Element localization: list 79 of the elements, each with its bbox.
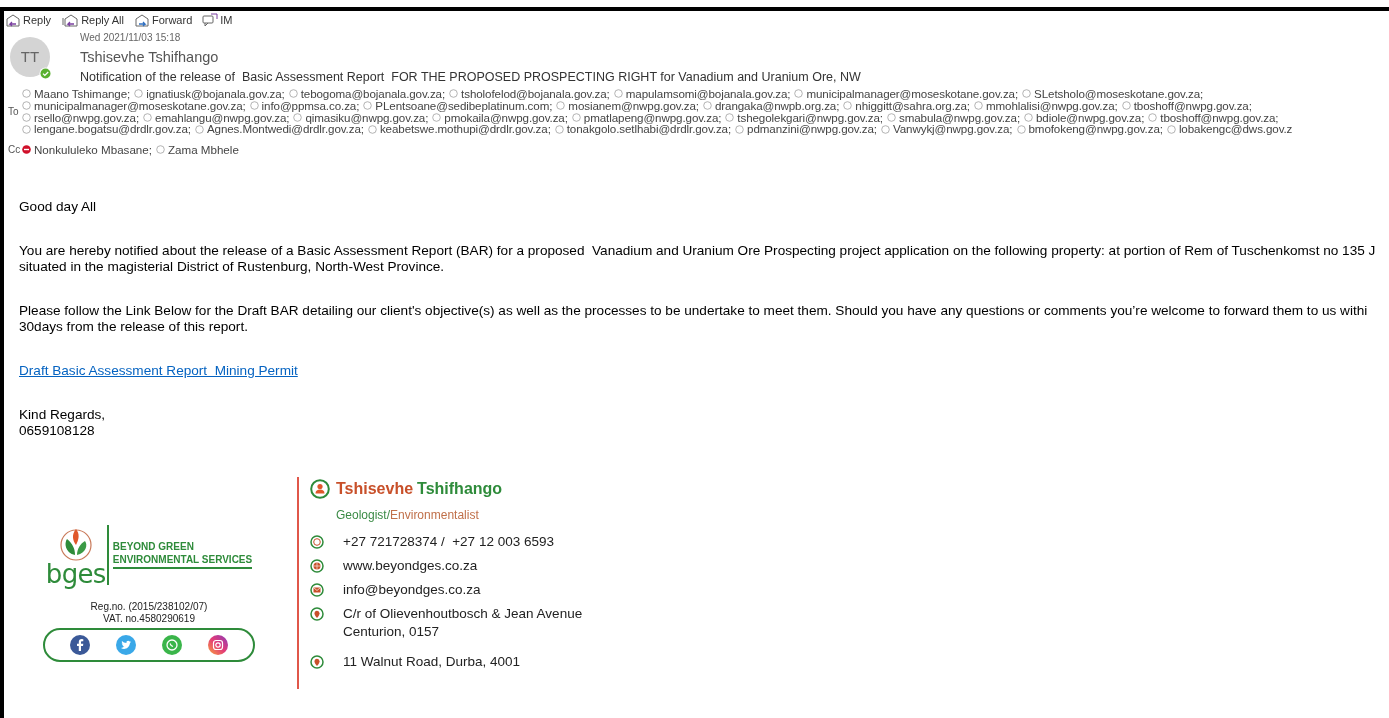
job-title-part: Geologist/ <box>336 506 391 524</box>
company-name: ENVIRONMENTAL SERVICES <box>112 553 253 570</box>
recipient-name[interactable]: tboshoff@nwpg.gov.za; <box>1160 111 1279 124</box>
instagram-icon[interactable] <box>208 634 228 655</box>
forward-button[interactable]: Forward <box>133 11 193 29</box>
body-text: situated in the magisterial District of Rustenburg, North-West Province. <box>19 258 446 275</box>
recipient-name[interactable]: tshegolekgari@nwpg.gov.za; <box>737 111 883 124</box>
recipient-name[interactable]: keabetswe.mothupi@drdlr.gov.za; <box>379 123 551 136</box>
recipient-name[interactable]: Agnes.Montwedi@drdlr.gov.za; <box>206 123 364 136</box>
body-text: You are hereby notified about the release of a Basic Assessment Report (BAR) for a proposed Vanadium and Uranium Ore Prospecting project application on the following property: at portion of Rem of Tuschenkomst no 135 J <box>19 242 1377 259</box>
whatsapp-icon[interactable] <box>162 634 182 655</box>
recipient-name[interactable]: drangaka@nwpb.org.za; <box>714 99 840 112</box>
recipient-name[interactable]: municipalmanager@moseskotane.gov.za; <box>34 99 246 112</box>
date-text: Wed 2021/11/03 15:18 <box>80 31 182 45</box>
recipient-name[interactable]: mosianem@nwpg.gov.za; <box>568 99 699 112</box>
recipient-name[interactable]: rsello@nwpg.gov.za; <box>34 111 140 124</box>
recipient-name[interactable]: Vanwykj@nwpg.gov.za; <box>892 123 1013 136</box>
recipient-name[interactable]: nhiggitt@sahra.org.za; <box>855 99 970 112</box>
contact-text: Centurion, 0157 <box>343 622 441 641</box>
envelope-icon <box>310 582 324 597</box>
recipient-name[interactable]: municipalmanager@moseskotane.gov.za; <box>806 88 1019 100</box>
body-text: Please follow the Link Below for the Draft BAR detailing our client's objective(s) as well as the processes to be undertake to meet them. Should you have any questions or comments you’re welcome to forward them to us withi <box>19 302 1369 319</box>
cc-label: Cc <box>7 143 22 158</box>
reply-icon <box>5 13 21 27</box>
recipient-name[interactable]: bmofokeng@nwpg.gov.za; <box>1028 123 1163 136</box>
recipient-name[interactable]: lobakengc@dws.gov.z <box>1178 123 1293 136</box>
vat-number: VAT. no.4580290619 <box>103 612 195 625</box>
contact-text: www.beyondges.co.za <box>343 556 478 575</box>
forward-icon <box>133 13 150 27</box>
recipient-name[interactable]: smabula@nwpg.gov.za; <box>898 111 1020 124</box>
first-name: Tshisevhe <box>336 478 414 499</box>
reply-all-button[interactable]: Reply All <box>61 11 124 29</box>
recipient-name[interactable]: Maano Tshimange; <box>34 88 131 100</box>
last-name: Tshifhango <box>417 478 503 499</box>
reply-all-icon <box>61 13 80 27</box>
recipient-name[interactable]: info@ppmsa.co.za; <box>261 99 360 112</box>
recipient-name[interactable]: emahlangu@nwpg.gov.za; <box>155 111 290 124</box>
recipient-name[interactable]: tboshoff@nwpg.gov.za; <box>1133 99 1252 112</box>
recipient-name[interactable]: lengane.bogatsu@drdlr.gov.za; <box>34 123 191 136</box>
recipient-name[interactable]: Zama Mbhele <box>167 141 239 159</box>
link[interactable]: Draft Basic Assessment Report Mining Permit <box>19 362 298 379</box>
avatar: TT <box>10 37 50 77</box>
recipient-name[interactable]: pdmanzini@nwpg.gov.za; <box>747 123 877 136</box>
company-name: BEYOND GREEN <box>112 540 195 554</box>
reply-button[interactable]: Reply <box>5 11 52 29</box>
recipient-name[interactable]: pmatlapeng@nwpg.gov.za; <box>583 111 722 124</box>
facebook-icon[interactable] <box>70 634 90 655</box>
contact-text: C/r of Olievenhoutbosch & Jean Avenue <box>343 604 583 623</box>
recipient-name[interactable]: qimasiku@nwpg.gov.za; <box>305 111 429 124</box>
recipient-name[interactable]: pmokaila@nwpg.gov.za; <box>444 111 568 124</box>
sender-name: Tshisevhe Tshifhango <box>80 48 220 67</box>
body-text: 0659108128 <box>19 422 96 439</box>
recipient-name[interactable]: PLentsoane@sedibeplatinum.com; <box>375 99 553 112</box>
recipient-name[interactable]: mmohlalisi@nwpg.gov.za; <box>985 99 1118 112</box>
body-text: Good day All <box>19 198 98 215</box>
recipient-name[interactable]: SLetsholo@moseskotane.gov.za; <box>1034 88 1204 100</box>
contact-text: 11 Walnut Road, Durba, 4001 <box>343 652 521 671</box>
subject-text: Notification of the release of Basic Assessment Report FOR THE PROPOSED PROSPECTING RIGHT for Vanadium and Uranium Ore, NW <box>80 69 861 85</box>
person-icon <box>310 478 330 499</box>
job-title-part: Environmentalist <box>390 506 479 524</box>
location-pin-icon <box>310 606 324 621</box>
im-button[interactable]: IM <box>202 11 233 29</box>
location-pin-icon <box>310 654 324 669</box>
twitter-icon[interactable] <box>116 634 136 655</box>
recipient-name[interactable]: tebogoma@bojanala.gov.za; <box>300 88 446 100</box>
chat-icon <box>202 13 219 27</box>
body-text: Kind Regards, <box>19 406 107 423</box>
recipient-name[interactable]: ignatiusk@bojanala.gov.za; <box>146 88 285 100</box>
contact-text: +27 721728374 / +27 12 003 6593 <box>343 532 554 551</box>
contact-text: info@beyondges.co.za <box>343 580 481 599</box>
recipient-name[interactable]: mapulamsomi@bojanala.gov.za; <box>625 88 791 100</box>
recipient-name[interactable]: tonakgolo.setlhabi@drdlr.gov.za; <box>566 123 732 136</box>
recipient-name[interactable]: bdiole@nwpg.gov.za; <box>1036 111 1145 124</box>
body-text: 30days from the release of this report. <box>19 318 249 335</box>
to-label: To <box>7 105 20 120</box>
recipient-name[interactable]: tsholofelod@bojanala.gov.za; <box>461 88 610 100</box>
recipient-name[interactable]: Nonkululeko Mbasane; <box>34 141 152 159</box>
registration-number: Reg.no. (2015/238102/07) <box>90 600 208 613</box>
globe-icon <box>310 558 324 573</box>
